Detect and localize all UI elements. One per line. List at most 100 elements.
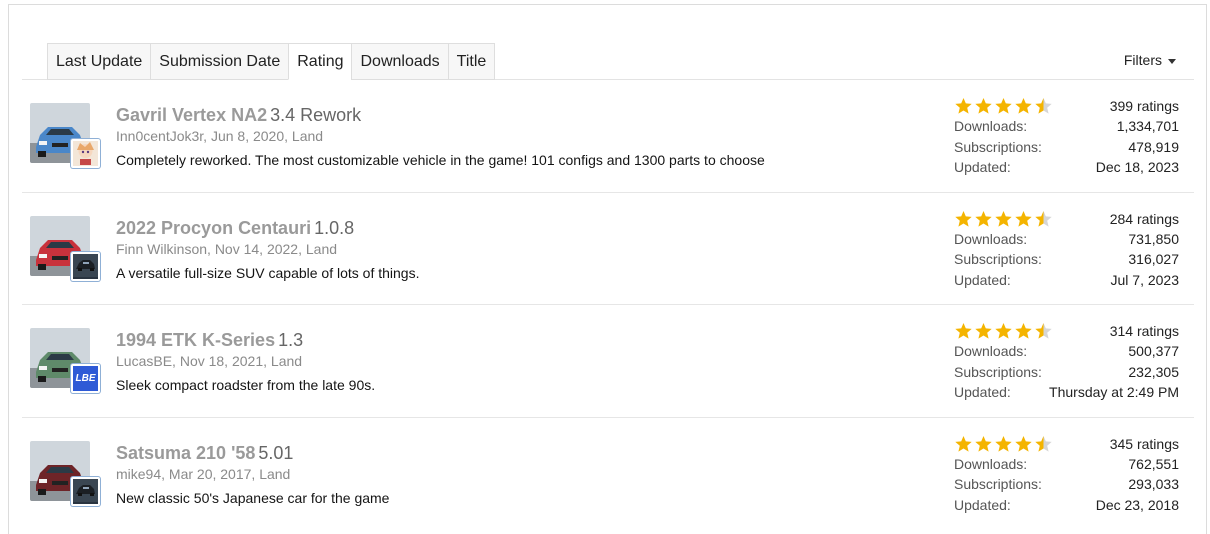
updated-stat: Updated: Dec 23, 2018 [954, 495, 1179, 516]
resource-meta: mike94, Mar 20, 2017, Land [116, 465, 291, 482]
star-icon [995, 210, 1012, 227]
category-link[interactable]: Land [306, 241, 337, 257]
resource-version: 1.3 [278, 330, 304, 350]
star-icon [1015, 210, 1032, 227]
downloads-label: Downloads: [954, 343, 1028, 359]
tab-rating[interactable]: Rating [288, 43, 352, 80]
resource-description: Sleek compact roadster from the late 90s… [116, 377, 376, 393]
subscriptions-label: Subscriptions: [954, 363, 1042, 380]
resource-list: Gavril Vertex NA2 3.4 Rework Inn0centJok3… [22, 80, 1194, 530]
submission-date: Nov 14, 2022 [214, 240, 299, 257]
tab-downloads[interactable]: Downloads [351, 43, 448, 80]
downloads-stat: Downloads: 1,334,701 [954, 116, 1179, 137]
resource-meta: Finn Wilkinson, Nov 14, 2022, Land [116, 240, 338, 257]
updated-stat: Updated: Thursday at 2:49 PM [954, 382, 1179, 403]
star-icon [1015, 98, 1032, 114]
star-icon [1015, 435, 1032, 452]
subscriptions-label: Subscriptions: [954, 251, 1042, 267]
lbe-logo-icon: LBE [75, 373, 96, 384]
tab-title[interactable]: Title [447, 43, 496, 80]
resource-info: 1994 ETK K-Series 1.3 LucasBE, Nov 18, 20… [116, 329, 375, 394]
subscriptions-label: Subscriptions: [954, 476, 1042, 492]
resource-title[interactable]: 1994 ETK K-Series [116, 330, 275, 350]
rating-line: 345 ratings [954, 434, 1179, 454]
resource-row: LBE 1994 ETK K-Series 1.3 LucasBE, Nov 18… [22, 305, 1194, 418]
resource-title[interactable]: 2022 Procyon Centauri [116, 218, 311, 238]
updated-label: Updated: [954, 496, 1011, 513]
star-icon [955, 435, 972, 452]
downloads-label: Downloads: [954, 230, 1028, 247]
downloads-value: 500,377 [1128, 343, 1179, 359]
resource-title-line: 2022 Procyon Centauri 1.0.8 [116, 217, 419, 239]
star-icon [1035, 435, 1052, 452]
resource-version: 3.4 Rework [270, 105, 362, 125]
updated-value: Dec 18, 2023 [1095, 159, 1179, 175]
subscriptions-stat: Subscriptions: 316,027 [954, 249, 1179, 270]
updated-value: Jul 7, 2023 [1110, 271, 1180, 288]
author-link[interactable]: Finn Wilkinson [116, 241, 207, 257]
rating-count: 345 ratings [1109, 435, 1179, 452]
updated-label: Updated: [954, 384, 1011, 400]
updated-value: Dec 23, 2018 [1095, 496, 1179, 513]
author-link[interactable]: mike94 [116, 466, 161, 482]
submission-date: Nov 18, 2021 [179, 353, 264, 369]
resource-info: Gavril Vertex NA2 3.4 Rework Inn0centJok3… [116, 104, 765, 169]
star-icon [995, 98, 1012, 114]
star-icon [975, 210, 992, 227]
subscriptions-value: 293,033 [1128, 476, 1179, 492]
star-icon [955, 98, 972, 114]
author-avatar[interactable] [71, 139, 100, 168]
subscriptions-value: 478,919 [1128, 138, 1179, 155]
chevron-down-icon [1168, 58, 1176, 64]
resource-version: 5.01 [258, 442, 294, 463]
star-icon [1015, 323, 1032, 339]
rating-line: 284 ratings [954, 209, 1179, 229]
rating-count: 314 ratings [1109, 323, 1179, 339]
author-avatar[interactable] [71, 251, 100, 281]
category-link[interactable]: Land [292, 128, 323, 144]
author-avatar[interactable] [71, 476, 100, 506]
downloads-value: 731,850 [1128, 230, 1179, 247]
category-link[interactable]: Land [271, 353, 302, 369]
sort-tabs: Last Update Submission Date Rating Downl… [47, 43, 496, 80]
rating-count: 284 ratings [1109, 210, 1179, 227]
submission-date: Mar 20, 2017 [168, 465, 252, 482]
star-icon [995, 435, 1012, 452]
resource-description: A versatile full-size SUV capable of lot… [116, 264, 420, 281]
downloads-label: Downloads: [954, 118, 1028, 134]
resource-description: Completely reworked. The most customizab… [116, 152, 765, 168]
tab-submission-date[interactable]: Submission Date [150, 43, 289, 80]
submission-date: Jun 8, 2020 [210, 128, 285, 144]
author-avatar[interactable]: LBE [71, 364, 100, 393]
resource-title[interactable]: Satsuma 210 '58 [116, 443, 255, 463]
updated-label: Updated: [954, 159, 1011, 175]
subscriptions-stat: Subscriptions: 478,919 [954, 137, 1179, 158]
downloads-label: Downloads: [954, 455, 1028, 472]
rating-line: 399 ratings [954, 96, 1179, 116]
resource-stats: 399 ratings Downloads: 1,334,701 Subscri… [954, 96, 1179, 178]
car-avatar-icon [73, 253, 98, 279]
star-icon [955, 323, 972, 339]
resource-meta: LucasBE, Nov 18, 2021, Land [116, 353, 303, 369]
resource-stats: 314 ratings Downloads: 500,377 Subscript… [954, 321, 1179, 403]
resource-info: Satsuma 210 '58 5.01 mike94, Mar 20, 2017… [116, 442, 389, 507]
filters-dropdown[interactable]: Filters [1124, 52, 1176, 68]
category-link[interactable]: Land [259, 466, 290, 482]
resource-title-line: Satsuma 210 '58 5.01 [116, 442, 389, 464]
resource-title[interactable]: Gavril Vertex NA2 [116, 105, 267, 125]
star-rating [954, 209, 1054, 229]
rating-line: 314 ratings [954, 321, 1179, 341]
resource-info: 2022 Procyon Centauri 1.0.8 Finn Wilkinso… [116, 217, 419, 282]
resource-row: Satsuma 210 '58 5.01 mike94, Mar 20, 2017… [22, 418, 1194, 531]
subscriptions-stat: Subscriptions: 232,305 [954, 362, 1179, 383]
author-link[interactable]: Inn0centJok3r [116, 128, 203, 144]
filters-label: Filters [1123, 52, 1162, 68]
downloads-stat: Downloads: 731,850 [954, 229, 1179, 250]
author-link[interactable]: LucasBE [116, 353, 172, 369]
resource-meta: Inn0centJok3r, Jun 8, 2020, Land [116, 128, 324, 144]
star-rating [954, 96, 1054, 116]
star-icon [975, 323, 992, 339]
tab-last-update[interactable]: Last Update [47, 43, 151, 80]
resource-title-line: Gavril Vertex NA2 3.4 Rework [116, 104, 765, 126]
star-icon [1035, 98, 1052, 114]
